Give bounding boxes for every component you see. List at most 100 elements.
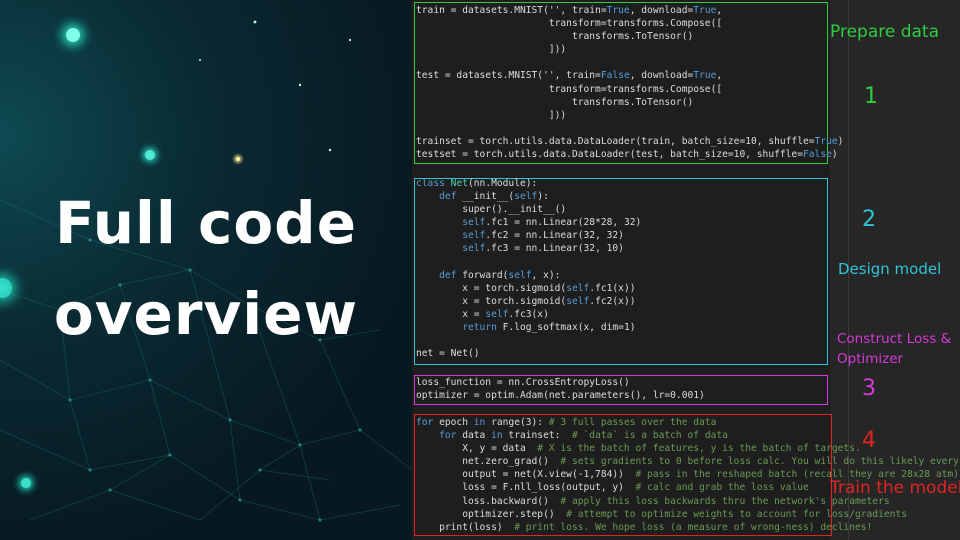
prepare-data-label: Prepare data [830,22,940,42]
code-token: net = Net() [416,348,480,360]
code-token: False [803,149,832,161]
code-token: for [416,417,434,428]
design-model-code: class Net(nn.Module): def __init__(self)… [416,177,641,360]
code-token: ): [537,191,549,203]
code-token: ) [831,149,838,161]
code-line: transform=transforms.Compose([ [416,83,843,96]
code-token: True [693,70,717,82]
step-number-3: 3 [862,376,876,401]
code-token: ])) [416,44,567,56]
code-token: output = net(X.view(-1,784)) [416,469,636,481]
code-line: self.fc1 = nn.Linear(28*28, 32) [416,216,641,229]
code-token: print(loss) [416,521,515,533]
code-line: x = self.fc3(x) [416,308,641,321]
slide-title: Full code overview [0,178,412,360]
code-line: transforms.ToTensor() [416,30,843,43]
code-token: def [439,191,457,203]
code-token: class [416,178,445,189]
code-token: transforms.ToTensor() [416,96,694,108]
train-model-label: Train the model [830,478,960,498]
code-token: False [600,70,630,82]
code-line: net.zero_grad() # sets gradients to 0 be… [416,455,960,468]
code-line: def forward(self, x): [416,269,641,282]
code-line: transform=transforms.Compose([ [416,17,843,30]
code-token: optimizer.step() [416,508,567,520]
code-token: , [716,5,723,16]
code-token: x = torch.sigmoid( [416,295,567,307]
code-token: data [456,430,492,442]
code-token: .fc2 = nn.Linear(32, 32) [485,230,624,242]
loss-optimizer-label-line2: Optimizer [837,351,904,367]
design-model-label: Design model [838,260,942,278]
code-line: transforms.ToTensor() [416,96,843,109]
code-token: X, y = data [416,443,538,455]
code-token: loss = F.nll_loss(output, y) [416,482,636,494]
code-token: loss.backward() [416,495,561,507]
code-line: class Net(nn.Module): [416,177,641,190]
code-token: return [462,322,497,334]
code-token: Net [450,178,468,189]
code-line: trainset = torch.utils.data.DataLoader(t… [416,135,843,148]
loss-optimizer-code: loss_function = nn.CrossEntropyLoss() opt… [416,376,705,402]
code-token: test = datasets.MNIST('', train= [416,70,601,82]
code-line: self.fc2 = nn.Linear(32, 32) [416,229,641,242]
code-token: .fc2(x)) [589,295,636,307]
title-line-1: Full code [54,189,358,257]
code-token: forward( [456,269,509,281]
prepare-data-code: train = datasets.MNIST('', train=True, d… [416,4,843,161]
code-token: , x): [531,269,561,281]
code-token: # print loss. We hope loss (a measure of… [514,521,873,533]
code-token: True [606,5,630,16]
code-token: , download= [629,70,694,82]
title-slide-background: Full code overview [0,0,412,540]
code-token: (nn.Module): [468,178,538,189]
code-line: super().__init__() [416,203,641,216]
train-model-code: for epoch in range(3): # 3 full passes o… [416,416,960,534]
code-line: net = Net() [416,347,641,360]
code-token: train = datasets.MNIST('', train= [416,5,607,16]
code-token: self [566,295,590,307]
code-token: self [566,282,590,294]
code-line: def __init__(self): [416,190,641,203]
code-token: .fc3 = nn.Linear(32, 10) [485,243,624,255]
code-token: super().__init__() [416,204,567,216]
code-token: self [485,308,509,320]
code-token: .fc1 = nn.Linear(28*28, 32) [485,217,642,229]
code-token: range(3): [485,417,549,428]
code-line: X, y = data # X is the batch of features… [416,442,960,455]
code-token: True [693,5,717,16]
code-token: True [814,135,838,147]
step-number-4: 4 [862,428,876,453]
code-token: # calc and grab the loss value [635,482,809,494]
title-line-2: overview [53,280,359,349]
code-token: x = torch.sigmoid( [416,282,567,294]
code-token: # attempt to optimize weights to account… [566,508,907,520]
code-token: self [462,243,486,255]
code-token: , [716,70,723,82]
code-token: loss_function = nn.CrossEntropyLoss() [416,377,630,388]
code-token: self [514,191,538,203]
code-token: in [491,430,503,442]
code-token: testset = torch.utils.data.DataLoader(te… [416,149,803,161]
code-token: for [439,430,457,442]
code-line: x = torch.sigmoid(self.fc1(x)) [416,282,641,295]
code-token: optimizer = optim.Adam(net.parameters(),… [416,390,705,402]
code-token: transforms.ToTensor() [416,31,694,43]
step-number-2: 2 [862,207,876,232]
code-token: self [508,269,532,281]
code-token: # 3 full passes over the data [548,417,717,428]
code-line: train = datasets.MNIST('', train=True, d… [416,4,843,17]
code-line: return F.log_softmax(x, dim=1) [416,321,641,334]
code-token: F.log_softmax(x, dim=1) [496,322,636,334]
code-token: transform=transforms.Compose([ [416,83,723,95]
code-line: ])) [416,109,843,122]
